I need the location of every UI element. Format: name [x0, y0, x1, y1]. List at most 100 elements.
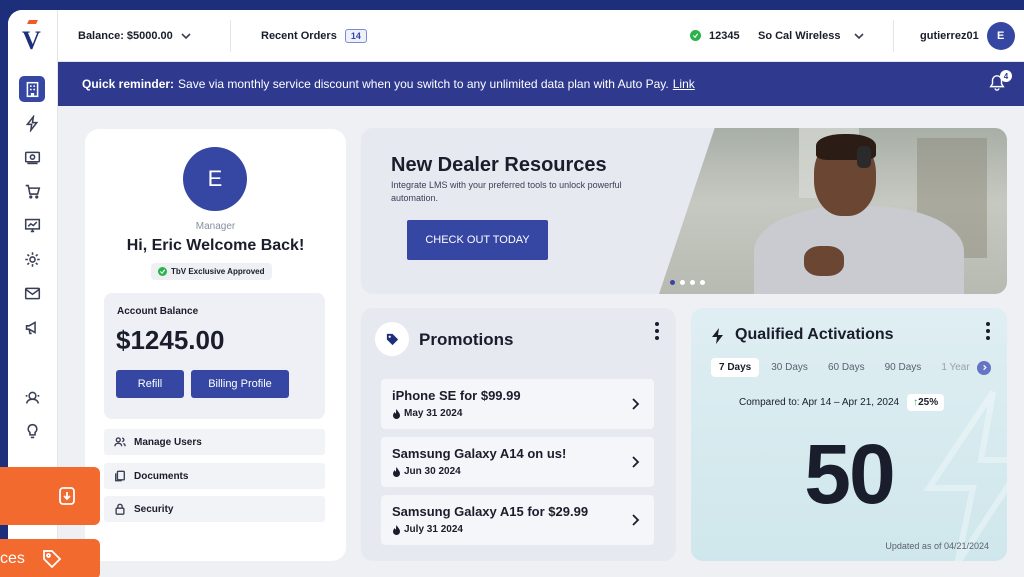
- tab-60-days[interactable]: 60 Days: [820, 358, 873, 377]
- chevron-right-icon: [632, 456, 640, 468]
- status-badge: TbV Exclusive Approved: [151, 263, 272, 280]
- dealer-photo: [659, 128, 1007, 294]
- promotions-menu-icon[interactable]: [655, 322, 659, 340]
- sidebar-activation-icon[interactable]: [19, 110, 45, 136]
- reminder-prefix: Quick reminder:: [82, 77, 175, 91]
- manage-users-label: Manage Users: [134, 436, 202, 448]
- tab-7-days[interactable]: 7 Days: [711, 358, 760, 377]
- dealer-title: New Dealer Resources: [391, 154, 607, 176]
- promotion-date-text: May 31 2024: [404, 408, 463, 419]
- carousel-dot[interactable]: [680, 280, 685, 285]
- documents-label: Documents: [134, 470, 189, 482]
- recent-orders-count: 14: [344, 28, 367, 43]
- user-menu[interactable]: gutierrez01 E: [920, 21, 1015, 50]
- promotion-date: May 31 2024: [392, 408, 462, 419]
- promotion-date-text: July 31 2024: [404, 524, 463, 535]
- notification-count: 4: [1000, 70, 1012, 82]
- documents-item[interactable]: Documents: [104, 463, 325, 489]
- download-icon: [59, 487, 75, 505]
- change-badge: ↑25%: [907, 394, 945, 411]
- promotions-panel: Promotions iPhone SE for $99.99 May 31 2…: [361, 308, 676, 561]
- refill-button[interactable]: Refill: [116, 370, 184, 398]
- sidebar-megaphone-icon[interactable]: [19, 314, 45, 340]
- services-button[interactable]: ces: [0, 539, 100, 577]
- promotion-item[interactable]: Samsung Galaxy A14 on us! Jun 30 2024: [381, 437, 654, 487]
- promotion-date: July 31 2024: [392, 524, 463, 535]
- chevron-down-icon: [181, 32, 191, 39]
- users-icon: [114, 437, 126, 447]
- store-id: 12345: [690, 30, 740, 42]
- promotion-date: Jun 30 2024: [392, 466, 461, 477]
- comparison-row: Compared to: Apr 14 – Apr 21, 2024 ↑25%: [739, 394, 945, 411]
- promotion-item[interactable]: iPhone SE for $99.99 May 31 2024: [381, 379, 654, 429]
- balance-label: Balance: $5000.00: [78, 29, 173, 42]
- notifications-button[interactable]: 4: [988, 70, 1012, 94]
- updated-timestamp: Updated as of 04/21/2024: [885, 541, 989, 551]
- security-item[interactable]: Security: [104, 496, 325, 522]
- promotions-title: Promotions: [419, 330, 514, 349]
- promotion-name: Samsung Galaxy A15 for $29.99: [392, 504, 589, 519]
- brand-logo[interactable]: V: [22, 20, 41, 56]
- sidebar-support-icon[interactable]: [19, 384, 45, 410]
- store-name: So Cal Wireless: [758, 29, 841, 42]
- manage-users-item[interactable]: Manage Users: [104, 429, 325, 455]
- sidebar-cart-icon[interactable]: [19, 178, 45, 204]
- promotion-item[interactable]: Samsung Galaxy A15 for $29.99 July 31 20…: [381, 495, 654, 545]
- sidebar-reports-icon[interactable]: [19, 212, 45, 238]
- chevron-right-icon: [983, 364, 987, 371]
- account-balance-label: Account Balance: [117, 306, 199, 317]
- store-dropdown[interactable]: So Cal Wireless: [758, 29, 865, 42]
- tab-30-days[interactable]: 30 Days: [763, 358, 816, 377]
- divider: [893, 20, 894, 52]
- profile-card: E Manager Hi, Eric Welcome Back! TbV Exc…: [85, 129, 346, 561]
- store-id-value: 12345: [709, 29, 740, 42]
- account-balance-panel: Account Balance $1245.00 Refill Billing …: [104, 293, 325, 419]
- chevron-right-icon: [632, 398, 640, 410]
- carousel-dot[interactable]: [690, 280, 695, 285]
- reminder-link[interactable]: Link: [673, 77, 695, 91]
- sidebar-ideas-icon[interactable]: [19, 418, 45, 444]
- sidebar-payments-icon[interactable]: [19, 144, 45, 170]
- recent-orders-button[interactable]: Recent Orders 14: [261, 28, 367, 43]
- flame-icon: [393, 408, 400, 419]
- security-label: Security: [134, 503, 174, 515]
- lock-icon: [115, 503, 125, 515]
- documents-icon: [115, 470, 125, 482]
- qualified-activations-panel: Qualified Activations 7 Days 30 Days 60 …: [691, 308, 1007, 561]
- sidebar-dashboard-icon[interactable]: [19, 76, 45, 102]
- profile-role: Manager: [195, 221, 236, 232]
- recent-orders-label: Recent Orders: [261, 29, 337, 42]
- flame-icon: [393, 466, 400, 477]
- account-balance-value: $1245.00: [116, 325, 225, 355]
- divider: [230, 20, 231, 52]
- top-bar: Balance: $5000.00 Recent Orders 14 12345…: [58, 10, 1024, 62]
- carousel-dot[interactable]: [670, 280, 675, 285]
- dealer-subtitle: Integrate LMS with your preferred tools …: [391, 180, 622, 203]
- username: gutierrez01: [920, 29, 979, 42]
- status-badge-label: TbV Exclusive Approved: [171, 267, 265, 276]
- app-frame: V Balance: $5000.00 Recent Orders 14 123…: [8, 10, 1024, 577]
- bolt-icon: [712, 328, 723, 344]
- activations-count: 50: [804, 427, 895, 521]
- welcome-greeting: Hi, Eric Welcome Back!: [126, 237, 305, 254]
- balance-dropdown[interactable]: Balance: $5000.00: [78, 30, 191, 42]
- download-button[interactable]: [0, 467, 100, 525]
- activations-menu-icon[interactable]: [986, 322, 990, 340]
- carousel-dot[interactable]: [700, 280, 705, 285]
- check-icon: [158, 267, 167, 276]
- reminder-message: Save via monthly service discount when y…: [178, 77, 669, 91]
- tab-1-year[interactable]: 1 Year: [933, 358, 973, 377]
- tag-icon: [375, 322, 409, 356]
- sidebar-settings-icon[interactable]: [19, 246, 45, 272]
- reminder-banner: Quick reminder: Save via monthly service…: [58, 62, 1024, 106]
- tabs-next-button[interactable]: [977, 360, 992, 375]
- flame-icon: [393, 524, 400, 535]
- tab-90-days[interactable]: 90 Days: [877, 358, 930, 377]
- profile-avatar: E: [183, 147, 247, 211]
- check-out-today-button[interactable]: CHECK OUT TODAY: [407, 220, 548, 260]
- sidebar-mail-icon[interactable]: [19, 280, 45, 306]
- billing-profile-button[interactable]: Billing Profile: [191, 370, 289, 398]
- dealer-resources-banner: New Dealer Resources Integrate LMS with …: [361, 128, 1007, 294]
- comparison-text: Compared to: Apr 14 – Apr 21, 2024: [739, 397, 900, 408]
- change-value: 25%: [918, 397, 939, 408]
